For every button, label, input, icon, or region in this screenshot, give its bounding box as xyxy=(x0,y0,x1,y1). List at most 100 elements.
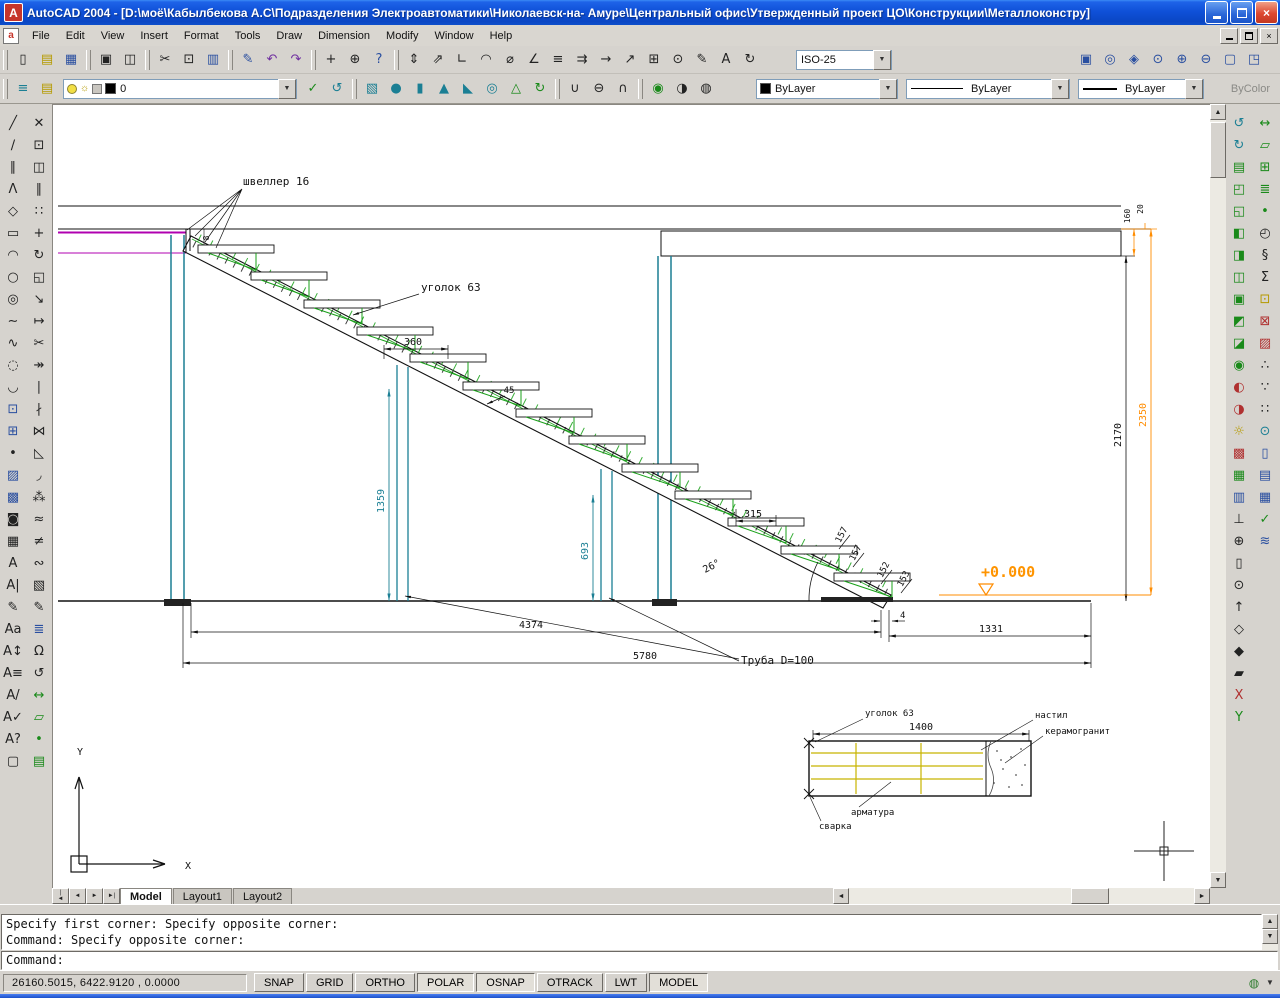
vertical-scroll-thumb[interactable] xyxy=(1210,122,1226,178)
zoom-in-button[interactable]: ⊕ xyxy=(1170,48,1194,71)
model-toggle[interactable]: MODEL xyxy=(649,973,708,992)
toolbar-grip[interactable] xyxy=(3,79,8,99)
menu-format[interactable]: Format xyxy=(176,28,227,44)
materials-button[interactable]: ▩ xyxy=(1228,442,1251,464)
break-button[interactable]: ∤ xyxy=(28,398,51,420)
osnap-toggle[interactable]: OSNAP xyxy=(476,973,535,992)
locate-point-button[interactable]: • xyxy=(1254,200,1277,222)
lwt-toggle[interactable]: LWT xyxy=(605,973,647,992)
dim-text-edit-button[interactable]: A xyxy=(714,48,738,71)
extrude-button[interactable]: △ xyxy=(504,77,528,100)
toolbar-grip[interactable] xyxy=(555,79,560,99)
face-ucs-button[interactable]: ▰ xyxy=(1228,662,1251,684)
offset-button[interactable]: ∥ xyxy=(28,178,51,200)
cylinder-button[interactable]: ▮ xyxy=(408,77,432,100)
toolbar-grip[interactable] xyxy=(86,50,91,70)
command-history[interactable]: Specify first corner: Specify opposite c… xyxy=(1,914,1262,950)
redo-button[interactable]: ↷ xyxy=(284,48,308,71)
explode-button[interactable]: ⁂ xyxy=(28,486,51,508)
mirror-button[interactable]: ◫ xyxy=(28,156,51,178)
tab-layout1[interactable]: Layout1 xyxy=(173,888,232,905)
point-button[interactable]: • xyxy=(2,442,25,464)
dim-linear-button[interactable]: ⇕ xyxy=(402,48,426,71)
sheet-set-button[interactable]: ▦ xyxy=(1254,486,1277,508)
id-point-button[interactable]: • xyxy=(28,728,51,750)
origin-ucs-button[interactable]: ⊙ xyxy=(1228,574,1251,596)
revolve-button[interactable]: ↻ xyxy=(528,77,552,100)
region-button[interactable]: ◙ xyxy=(2,508,25,530)
snap-toggle[interactable]: SNAP xyxy=(254,973,304,992)
wedge-button[interactable]: ◣ xyxy=(456,77,480,100)
menu-file[interactable]: File xyxy=(24,28,58,44)
cone-button[interactable]: ▲ xyxy=(432,77,456,100)
dim-baseline-button[interactable]: ⇉ xyxy=(570,48,594,71)
color-control-combo[interactable]: ByLayer ▼ xyxy=(756,79,898,99)
lineweight-dropdown-button[interactable]: ▼ xyxy=(1185,79,1203,99)
rectangle-button[interactable]: ▭ xyxy=(2,222,25,244)
make-block-button[interactable]: ⊞ xyxy=(2,420,25,442)
toolbar-grip[interactable] xyxy=(3,50,8,70)
dim-ang-button[interactable]: ∠ xyxy=(522,48,546,71)
ellipse-button[interactable]: ◌ xyxy=(2,354,25,376)
plot-preview-button[interactable]: ◫ xyxy=(118,48,142,71)
quick-leader-button[interactable]: ↗ xyxy=(618,48,642,71)
dim-continue-button[interactable]: → xyxy=(594,48,618,71)
zoom-dynamic-button[interactable]: ◎ xyxy=(1098,48,1122,71)
regen-all-button[interactable]: ↻ xyxy=(1228,134,1251,156)
grid-toggle[interactable]: GRID xyxy=(306,973,354,992)
regen-button[interactable]: ↺ xyxy=(28,662,51,684)
toolbar-grip[interactable] xyxy=(311,50,316,70)
chamfer-button[interactable]: ◺ xyxy=(28,442,51,464)
taskbar-edge[interactable] xyxy=(0,994,1280,998)
object-ucs-button[interactable]: ◆ xyxy=(1228,640,1251,662)
join-button[interactable]: ⋈ xyxy=(28,420,51,442)
erase-button[interactable]: ✕ xyxy=(28,112,51,134)
scroll-left-button[interactable]: ◄ xyxy=(833,888,849,904)
menu-modify[interactable]: Modify xyxy=(378,28,426,44)
layer-properties-button[interactable]: ≡ xyxy=(11,77,35,100)
front-view-button[interactable]: ◫ xyxy=(1228,266,1251,288)
background-button[interactable]: ▥ xyxy=(1228,486,1251,508)
tab-next-button[interactable]: ► xyxy=(86,888,103,904)
area-tool-button[interactable]: ▱ xyxy=(1254,134,1277,156)
qnew-button[interactable]: ▯ xyxy=(11,48,35,71)
spline-button[interactable]: ∿ xyxy=(2,332,25,354)
stretch-button[interactable]: ↘ xyxy=(28,288,51,310)
hatch-edit-button[interactable]: ▧ xyxy=(28,574,51,596)
tab-layout2[interactable]: Layout2 xyxy=(233,888,292,905)
dim-style-dropdown-button[interactable]: ▼ xyxy=(873,50,891,70)
paste-button[interactable]: ▥ xyxy=(201,48,225,71)
extend-button[interactable]: ↠ xyxy=(28,354,51,376)
toolbar-grip[interactable] xyxy=(638,79,643,99)
toolbar-grip[interactable] xyxy=(145,50,150,70)
distance-button[interactable]: ↔ xyxy=(28,684,51,706)
properties-button[interactable]: ≣ xyxy=(28,618,51,640)
image-attach-button[interactable]: ▨ xyxy=(1254,332,1277,354)
menu-help[interactable]: Help xyxy=(482,28,521,44)
text-style-button[interactable]: Aa xyxy=(2,618,25,640)
list-tool-button[interactable]: ≣ xyxy=(1254,178,1277,200)
multiline-button[interactable]: ∥ xyxy=(2,156,25,178)
trim-button[interactable]: ✂ xyxy=(28,332,51,354)
arc-button[interactable]: ◠ xyxy=(2,244,25,266)
block-editor-button[interactable]: ⊡ xyxy=(1254,288,1277,310)
redraw-button[interactable]: ↺ xyxy=(1228,112,1251,134)
fillet-button[interactable]: ◞ xyxy=(28,464,51,486)
scroll-down-button[interactable]: ▼ xyxy=(1210,872,1226,888)
layer-combo[interactable]: ☼ 0 ▼ xyxy=(63,79,297,99)
layer-dropdown-button[interactable]: ▼ xyxy=(278,79,296,99)
menu-insert[interactable]: Insert xyxy=(132,28,176,44)
tab-model[interactable]: Model xyxy=(120,888,172,905)
tab-first-button[interactable]: |◄ xyxy=(52,888,69,904)
tool-palettes-button[interactable]: ▤ xyxy=(1254,464,1277,486)
command-scroll-up-button[interactable]: ▲ xyxy=(1262,914,1278,929)
divide-button[interactable]: ∵ xyxy=(1254,376,1277,398)
circle-button[interactable]: ○ xyxy=(2,266,25,288)
z-axis-ucs-button[interactable]: ↑ xyxy=(1228,596,1251,618)
named-ucs-button[interactable]: ▯ xyxy=(1228,552,1251,574)
dim-edit-button[interactable]: ✎ xyxy=(690,48,714,71)
otrack-toggle[interactable]: OTRACK xyxy=(537,973,603,992)
menu-window[interactable]: Window xyxy=(426,28,481,44)
mdi-close-button[interactable]: × xyxy=(1260,28,1278,44)
vertical-scrollbar[interactable]: ▲ ▼ xyxy=(1210,104,1226,888)
